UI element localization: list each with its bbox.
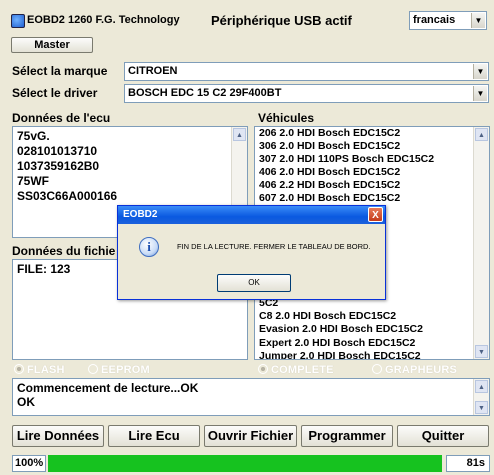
vehicule-item[interactable]: 306 2.0 HDI Bosch EDC15C2 <box>259 140 434 153</box>
vehicule-item[interactable]: Evasion 2.0 HDI Bosch EDC15C2 <box>259 323 434 336</box>
vehicule-item[interactable]: 307 2.0 HDI 110PS Bosch EDC15C2 <box>259 153 434 166</box>
ecu-line: 75vG. <box>17 129 50 143</box>
chevron-down-icon: ▼ <box>471 13 485 28</box>
marque-select[interactable]: CITROEN ▼ <box>124 62 489 81</box>
radio-eeprom-label: EEPROM <box>101 364 150 376</box>
language-select[interactable]: francais ▼ <box>409 11 487 30</box>
ecu-label: Données de l'ecu <box>12 111 111 125</box>
log-line: OK <box>17 395 35 409</box>
driver-value: BOSCH EDC 15 C2 29F400BT <box>128 87 282 99</box>
driver-select[interactable]: BOSCH EDC 15 C2 29F400BT ▼ <box>124 84 489 103</box>
radio-complete[interactable]: COMPLETE <box>258 364 334 376</box>
scroll-down-icon[interactable]: ▼ <box>475 345 488 358</box>
fichier-label: Données du fichie <box>12 244 116 258</box>
ecu-line: 028101013710 <box>17 144 98 158</box>
marque-label: Sélect la marque <box>12 64 108 78</box>
dialog-titlebar[interactable]: EOBD2 X <box>118 206 385 224</box>
vehicules-scrollbar[interactable]: ▲ ▼ <box>473 127 489 359</box>
driver-label: Sélect le driver <box>12 86 98 100</box>
vehicule-item[interactable]: Jumper 2.0 HDI Bosch EDC15C2 <box>259 350 434 359</box>
chevron-down-icon: ▼ <box>473 64 487 79</box>
log-box[interactable]: Commencement de lecture...OK OK ▲ ▼ <box>12 378 490 416</box>
radio-grapheurs-label: GRAPHEURS <box>385 364 458 376</box>
vehicule-item[interactable]: Expert 2.0 HDI Bosch EDC15C2 <box>259 337 434 350</box>
vehicule-item[interactable]: 406 2.0 HDI Bosch EDC15C2 <box>259 166 434 179</box>
app-title: EOBD2 1260 F.G. Technology <box>27 14 180 26</box>
close-icon[interactable]: X <box>368 207 383 222</box>
radio-flash-label: FLASH <box>27 364 65 376</box>
master-button[interactable]: Master <box>11 37 93 53</box>
ecu-line: 1037359162B0 <box>17 159 100 173</box>
vehicule-item[interactable]: 406 2.2 HDI Bosch EDC15C2 <box>259 179 434 192</box>
dialog-ok-button[interactable]: OK <box>217 274 291 292</box>
vehicule-item[interactable]: C8 2.0 HDI Bosch EDC15C2 <box>259 310 434 323</box>
elapsed-time: 81s <box>446 455 490 472</box>
progress-track <box>48 455 442 472</box>
usb-status: Périphérique USB actif <box>211 13 352 28</box>
radio-eeprom[interactable]: EEPROM <box>88 364 150 376</box>
progress-percent: 100% <box>12 455 46 472</box>
scroll-up-icon[interactable]: ▲ <box>475 380 488 393</box>
quitter-button[interactable]: Quitter <box>397 425 489 447</box>
dialog-window: EOBD2 X i FIN DE LA LECTURE. FERMER LE T… <box>117 205 386 300</box>
scroll-up-icon[interactable]: ▲ <box>475 128 488 141</box>
lire-donnees-button[interactable]: Lire Données <box>12 425 104 447</box>
chevron-down-icon: ▼ <box>473 86 487 101</box>
log-scrollbar[interactable]: ▲ ▼ <box>473 379 489 415</box>
radio-complete-label: COMPLETE <box>271 364 334 376</box>
vehicule-item[interactable]: 206 2.0 HDI Bosch EDC15C2 <box>259 127 434 140</box>
dialog-title: EOBD2 <box>123 209 158 220</box>
log-line: Commencement de lecture...OK <box>17 381 199 395</box>
lire-ecu-button[interactable]: Lire Ecu <box>108 425 200 447</box>
progress-bar <box>48 455 442 472</box>
radio-flash[interactable]: FLASH <box>14 364 65 376</box>
radio-grapheurs[interactable]: GRAPHEURS <box>372 364 457 376</box>
programmer-button[interactable]: Programmer <box>301 425 393 447</box>
language-value: francais <box>413 14 456 26</box>
marque-value: CITROEN <box>128 65 178 77</box>
scroll-up-icon[interactable]: ▲ <box>233 128 246 141</box>
info-icon: i <box>139 237 159 257</box>
dialog-message: FIN DE LA LECTURE. FERMER LE TABLEAU DE … <box>177 242 371 251</box>
ecu-line: 75WF <box>17 174 50 188</box>
ouvrir-fichier-button[interactable]: Ouvrir Fichier <box>204 425 297 447</box>
vehicule-item[interactable]: 607 2.0 HDI Bosch EDC15C2 <box>259 192 434 205</box>
vehicules-label: Véhicules <box>258 111 315 125</box>
scroll-down-icon[interactable]: ▼ <box>475 401 488 414</box>
app-logo-icon <box>11 14 25 28</box>
ecu-line: SS03C66A000166 <box>17 189 118 203</box>
